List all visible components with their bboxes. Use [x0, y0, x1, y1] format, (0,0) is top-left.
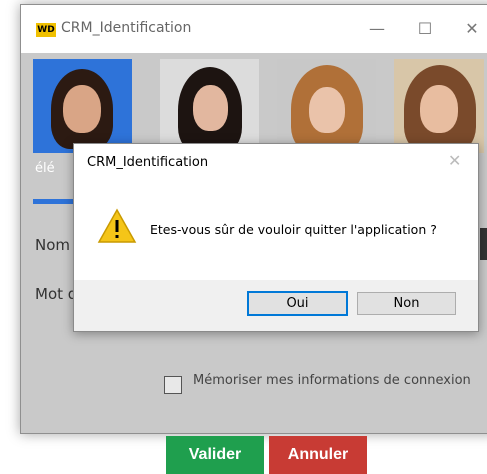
- confirm-dialog: CRM_Identification ✕ Etes-vous sûr de vo…: [73, 143, 479, 332]
- name-dropdown-button[interactable]: [480, 228, 487, 260]
- dialog-message: Etes-vous sûr de vouloir quitter l'appli…: [150, 222, 437, 237]
- no-button[interactable]: Non: [357, 292, 456, 315]
- avatar-face: [63, 85, 101, 133]
- yes-button[interactable]: Oui: [247, 291, 348, 316]
- minimize-button[interactable]: —: [354, 17, 400, 41]
- close-button[interactable]: ✕: [449, 17, 487, 41]
- user-avatar-4[interactable]: [394, 59, 484, 153]
- maximize-button[interactable]: ☐: [402, 17, 448, 41]
- dialog-close-button[interactable]: ✕: [448, 151, 461, 170]
- remember-checkbox[interactable]: [164, 376, 182, 394]
- avatar-face: [420, 85, 458, 133]
- cancel-button[interactable]: Annuler: [269, 436, 367, 474]
- user-avatar-2[interactable]: [160, 59, 259, 153]
- validate-button[interactable]: Valider: [166, 436, 264, 474]
- avatar-face: [193, 85, 228, 131]
- password-field-label: Mot d: [35, 285, 78, 303]
- title-bar[interactable]: WD CRM_Identification — ☐ ✕: [21, 5, 487, 53]
- avatar-face: [309, 87, 345, 133]
- windev-logo: WD: [36, 23, 56, 37]
- name-field-label: Nom: [35, 236, 71, 254]
- selected-user-name: élé: [35, 161, 55, 176]
- dialog-title: CRM_Identification: [87, 155, 209, 170]
- user-avatar-3[interactable]: [277, 59, 376, 153]
- remember-label: Mémoriser mes informations de connexion: [193, 373, 471, 388]
- window-title: CRM_Identification: [61, 20, 192, 36]
- user-avatar-1[interactable]: [33, 59, 132, 153]
- warning-icon: [97, 208, 137, 243]
